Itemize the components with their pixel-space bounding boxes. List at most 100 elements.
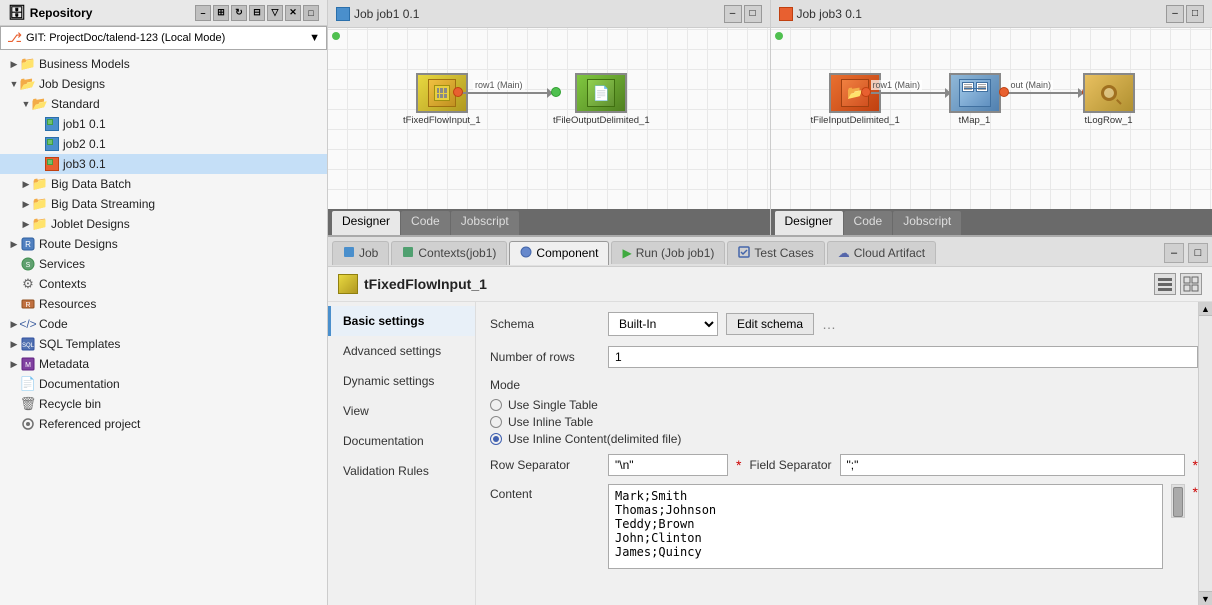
tFixedFlowInput-component[interactable]: tFixedFlowInput_1 [403,73,481,126]
sidebar-close-btn[interactable]: ✕ [285,5,301,21]
job3-code-tab[interactable]: Code [844,211,893,235]
designer-tabs-area: Job job1 0.1 – □ [328,0,1212,235]
schema-row: Schema Built-In Edit schema … [490,312,1198,336]
settings-nav-view[interactable]: View [328,396,475,426]
tFileOutputDelimited-component[interactable]: 📄 tFileOutputDelimited_1 [553,73,650,126]
job1-maximize-btn[interactable]: □ [744,5,762,23]
sidebar-item-business-models[interactable]: ▶ 📁 Business Models [0,54,327,74]
job1-code-tab[interactable]: Code [401,211,450,235]
job3-designer-tab[interactable]: Designer [775,211,843,235]
settings-nav-documentation[interactable]: Documentation [328,426,475,456]
job3-canvas: 📂 tFileInputDelimited_1 row1 (Main) [771,28,1212,209]
tLogRow-component[interactable]: tLogRow_1 [1083,73,1135,126]
sidebar-item-job1[interactable]: job1 0.1 [0,114,327,134]
sidebar-item-big-data-batch[interactable]: ▶ 📁 Big Data Batch [0,174,327,194]
sidebar-settings-btn[interactable]: ▽ [267,5,283,21]
sidebar-item-code[interactable]: ▶ </> Code [0,314,327,334]
sidebar-item-resources[interactable]: R Resources [0,294,327,314]
sidebar-item-job-designs[interactable]: ▼ 📂 Job Designs [0,74,327,94]
main-area: Job job1 0.1 – □ [328,0,1212,605]
chevron-right-icon: ▶ [8,338,20,350]
content-textarea[interactable]: Mark;Smith Thomas;Johnson Teddy;Brown Jo… [608,484,1163,569]
component-title-bar: tFixedFlowInput_1 [328,267,1212,302]
schema-label: Schema [490,317,600,331]
separator-row: Row Separator * Field Separator * [490,454,1198,476]
radio-inline-table[interactable]: Use Inline Table [490,415,1198,429]
radio-inline-content-btn[interactable] [490,433,502,445]
sidebar-item-big-data-streaming[interactable]: ▶ 📁 Big Data Streaming [0,194,327,214]
tab-test-cases[interactable]: Test Cases [727,241,824,265]
radio-inline-table-btn[interactable] [490,416,502,428]
sidebar-minimize-btn[interactable]: – [195,5,211,21]
settings-nav-validation[interactable]: Validation Rules [328,456,475,486]
sidebar-item-job3[interactable]: job3 0.1 [0,154,327,174]
job-file-icon [44,136,60,152]
radio-single-table-btn[interactable] [490,399,502,411]
row-separator-input[interactable] [608,454,728,476]
settings-nav-basic[interactable]: Basic settings [328,306,475,336]
folder-icon: 📁 [32,216,48,232]
tab-job[interactable]: Job [332,241,389,265]
field-separator-input[interactable] [840,454,1185,476]
sidebar-item-joblet-designs[interactable]: ▶ 📁 Joblet Designs [0,214,327,234]
job1-jobscript-tab[interactable]: Jobscript [451,211,519,235]
sidebar-dropdown-btn[interactable]: ⊟ [249,5,265,21]
sidebar-sync-btn[interactable]: ↻ [231,5,247,21]
tMap-component[interactable]: tMap_1 [949,73,1001,126]
tab-run[interactable]: ▶ Run (Job job1) [611,241,725,264]
cloud-artifact-tab-icon: ☁ [838,246,850,260]
test-cases-tab-icon [738,246,750,261]
comp-view-grid-btn[interactable] [1180,273,1202,295]
sidebar-item-services[interactable]: S Services [0,254,327,274]
settings-nav-advanced[interactable]: Advanced settings [328,336,475,366]
spacer [8,418,20,430]
sidebar-expand-btn[interactable]: □ [303,5,319,21]
sidebar-item-standard[interactable]: ▼ 📂 Standard [0,94,327,114]
job1-minimize-btn[interactable]: – [724,5,742,23]
scroll-down-arrow[interactable]: ▼ [1199,591,1212,605]
schema-more-btn[interactable]: … [822,316,836,332]
settings-nav-dynamic[interactable]: Dynamic settings [328,366,475,396]
spacer [32,118,44,130]
sidebar-item-metadata[interactable]: ▶ M Metadata [0,354,327,374]
component-tab-icon [520,246,532,261]
git-dropdown-icon[interactable]: ▼ [309,32,320,44]
chevron-right-icon: ▶ [8,58,20,70]
tab-component[interactable]: Component [509,241,609,265]
job3-minimize-btn[interactable]: – [1166,5,1184,23]
tab-contexts[interactable]: Contexts(job1) [391,241,507,265]
comp-view-list-btn[interactable] [1154,273,1176,295]
num-rows-input[interactable] [608,346,1198,368]
panel-minimize-btn[interactable]: – [1164,243,1184,263]
job3-status-dot [775,32,783,40]
radio-inline-content[interactable]: Use Inline Content(delimited file) [490,432,1198,446]
job3-maximize-btn[interactable]: □ [1186,5,1204,23]
tLogRow-label: tLogRow_1 [1084,115,1132,126]
chevron-right-icon: ▶ [20,198,32,210]
sidebar-item-recycle-bin[interactable]: 🗑 Recycle bin [0,394,327,414]
sidebar-item-job2[interactable]: job2 0.1 [0,134,327,154]
radio-inline-content-label: Use Inline Content(delimited file) [508,432,681,446]
component-title-icon [338,274,358,294]
tab-cloud-artifact[interactable]: ☁ Cloud Artifact [827,241,936,264]
sidebar-item-route-designs[interactable]: ▶ R Route Designs [0,234,327,254]
content-scroll-thumb[interactable] [1173,487,1183,517]
edit-schema-btn[interactable]: Edit schema [726,313,814,335]
sidebar-item-documentation[interactable]: 📄 Documentation [0,374,327,394]
sidebar-split-btn[interactable]: ⊞ [213,5,229,21]
radio-single-table[interactable]: Use Single Table [490,398,1198,412]
mode-section: Mode Use Single Table Use Inline Table U… [490,378,1198,446]
tFileInputDelimited-label: tFileInputDelimited_1 [811,115,900,126]
schema-dropdown[interactable]: Built-In [608,312,718,336]
sidebar-item-contexts[interactable]: ⚙ Contexts [0,274,327,294]
job3-jobscript-tab[interactable]: Jobscript [893,211,961,235]
tMap-label: tMap_1 [959,115,991,126]
tab-cloud-artifact-label: Cloud Artifact [854,246,925,260]
sidebar-item-referenced-project[interactable]: Referenced project [0,414,327,434]
sidebar-item-sql-templates[interactable]: ▶ SQL SQL Templates [0,334,327,354]
job1-designer-tab[interactable]: Designer [332,211,400,235]
scroll-up-arrow[interactable]: ▲ [1199,302,1212,316]
panel-maximize-btn[interactable]: □ [1188,243,1208,263]
spacer [8,278,20,290]
job1-flow-line: row1 (Main) [458,92,548,94]
